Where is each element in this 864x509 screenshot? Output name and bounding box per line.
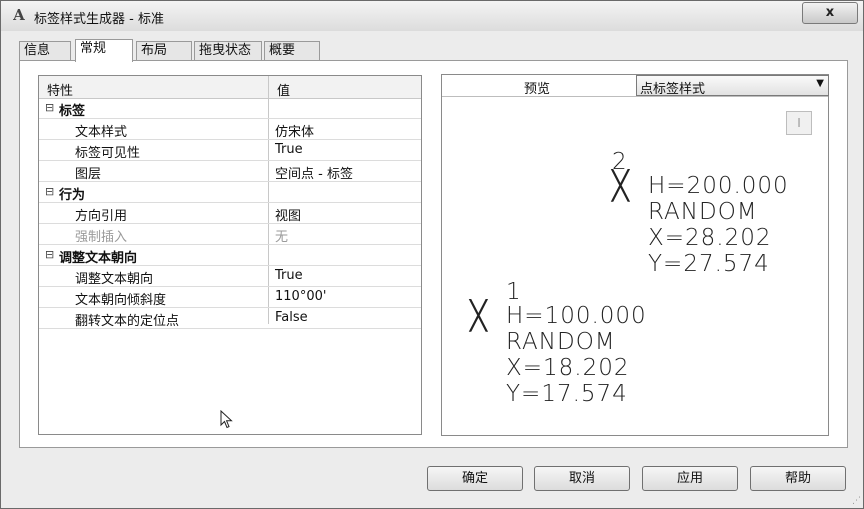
row-property: 文本朝向倾斜度: [75, 293, 167, 308]
tab-summary[interactable]: 概要: [264, 41, 320, 60]
dropdown-value: 点标签样式: [640, 82, 706, 97]
point-1-y: Y=17.574: [506, 381, 628, 407]
point-1-x: X=18.202: [506, 355, 630, 381]
label-style-dropdown[interactable]: 点标签样式 ▼: [636, 75, 829, 97]
row-value[interactable]: 视图: [275, 205, 301, 224]
row-property: 标签可见性: [75, 146, 141, 161]
tab-general[interactable]: 常规: [75, 39, 133, 62]
point-marker-icon: ╳: [612, 169, 630, 202]
tab-layout[interactable]: 布局: [136, 41, 192, 60]
row-value[interactable]: True: [275, 268, 303, 283]
dialog-window: A 标签样式生成器 - 标准 x 信息 常规 布局 拖曳状态 概要 特性 值 ⊟…: [0, 0, 864, 509]
cancel-button[interactable]: 取消: [534, 466, 630, 491]
point-2-elevation: H=200.000: [648, 173, 789, 199]
row-property: 强制插入: [75, 230, 128, 245]
point-marker-icon: ╳: [470, 299, 488, 332]
row-value[interactable]: True: [275, 142, 303, 157]
property-row-label-visibility[interactable]: 标签可见性 True: [39, 140, 421, 161]
category-row-text-orientation[interactable]: ⊟ 调整文本朝向: [39, 245, 421, 266]
preview-divider: [442, 96, 828, 97]
point-1-number: 1: [506, 279, 522, 305]
property-row-text-tilt[interactable]: 文本朝向倾斜度 110°00': [39, 287, 421, 308]
preview-label: 预览: [524, 82, 551, 97]
preview-panel: 预览 点标签样式 ▼ I 2 ╳ H=200.000 RANDOM X=28.2…: [441, 74, 829, 436]
mouse-cursor-icon: [220, 410, 233, 429]
close-button[interactable]: x: [802, 2, 858, 24]
point-1-description: RANDOM: [506, 329, 616, 355]
preview-option-button[interactable]: I: [786, 111, 812, 135]
point-1-elevation: H=100.000: [506, 303, 647, 329]
category-row-label[interactable]: ⊟ 标签: [39, 98, 421, 119]
row-property: 方向引用: [75, 209, 128, 224]
ok-button[interactable]: 确定: [427, 466, 523, 491]
row-value[interactable]: 110°00': [275, 289, 326, 304]
window-title: 标签样式生成器 - 标准: [34, 12, 164, 27]
property-row-forced-insertion: 强制插入 无: [39, 224, 421, 245]
row-value[interactable]: 空间点 - 标签: [275, 163, 353, 182]
apply-button[interactable]: 应用: [642, 466, 738, 491]
category-row-behavior[interactable]: ⊟ 行为: [39, 182, 421, 203]
row-property: 行为: [59, 188, 86, 203]
row-property: 标签: [59, 104, 86, 119]
property-row-adjust-text-orientation[interactable]: 调整文本朝向 True: [39, 266, 421, 287]
point-2-x: X=28.202: [648, 225, 772, 251]
resize-grip-icon[interactable]: ⋰: [852, 496, 861, 506]
property-row-text-style[interactable]: 文本样式 仿宋体: [39, 119, 421, 140]
chevron-down-icon: ▼: [816, 78, 824, 89]
tab-info[interactable]: 信息: [19, 41, 71, 60]
row-value[interactable]: False: [275, 310, 308, 325]
row-property: 文本样式: [75, 125, 128, 140]
row-value[interactable]: 仿宋体: [275, 121, 314, 140]
title-bar: A 标签样式生成器 - 标准 x: [1, 1, 863, 31]
row-property: 调整文本朝向: [59, 251, 138, 266]
row-property: 图层: [75, 167, 102, 182]
grid-header: 特性 值: [39, 76, 421, 99]
close-icon: x: [825, 5, 835, 20]
collapse-icon[interactable]: ⊟: [45, 101, 54, 114]
header-value: 值: [277, 84, 291, 99]
row-property: 调整文本朝向: [75, 272, 154, 287]
point-2-description: RANDOM: [648, 199, 758, 225]
property-grid: 特性 值 ⊟ 标签 文本样式 仿宋体 标签可见性 True 图层 空间点 - 标…: [38, 75, 422, 435]
tab-drag-state[interactable]: 拖曳状态: [194, 41, 262, 60]
point-2-y: Y=27.574: [648, 251, 770, 277]
collapse-icon[interactable]: ⊟: [45, 248, 54, 261]
property-row-layer[interactable]: 图层 空间点 - 标签: [39, 161, 421, 182]
help-button[interactable]: 帮助: [750, 466, 846, 491]
collapse-icon[interactable]: ⊟: [45, 185, 54, 198]
property-row-orientation-reference[interactable]: 方向引用 视图: [39, 203, 421, 224]
row-property: 翻转文本的定位点: [75, 314, 180, 329]
row-value: 无: [275, 230, 289, 245]
header-property: 特性: [47, 84, 74, 99]
property-row-flip-anchor[interactable]: 翻转文本的定位点 False: [39, 308, 421, 329]
app-logo-icon: A: [13, 6, 25, 24]
